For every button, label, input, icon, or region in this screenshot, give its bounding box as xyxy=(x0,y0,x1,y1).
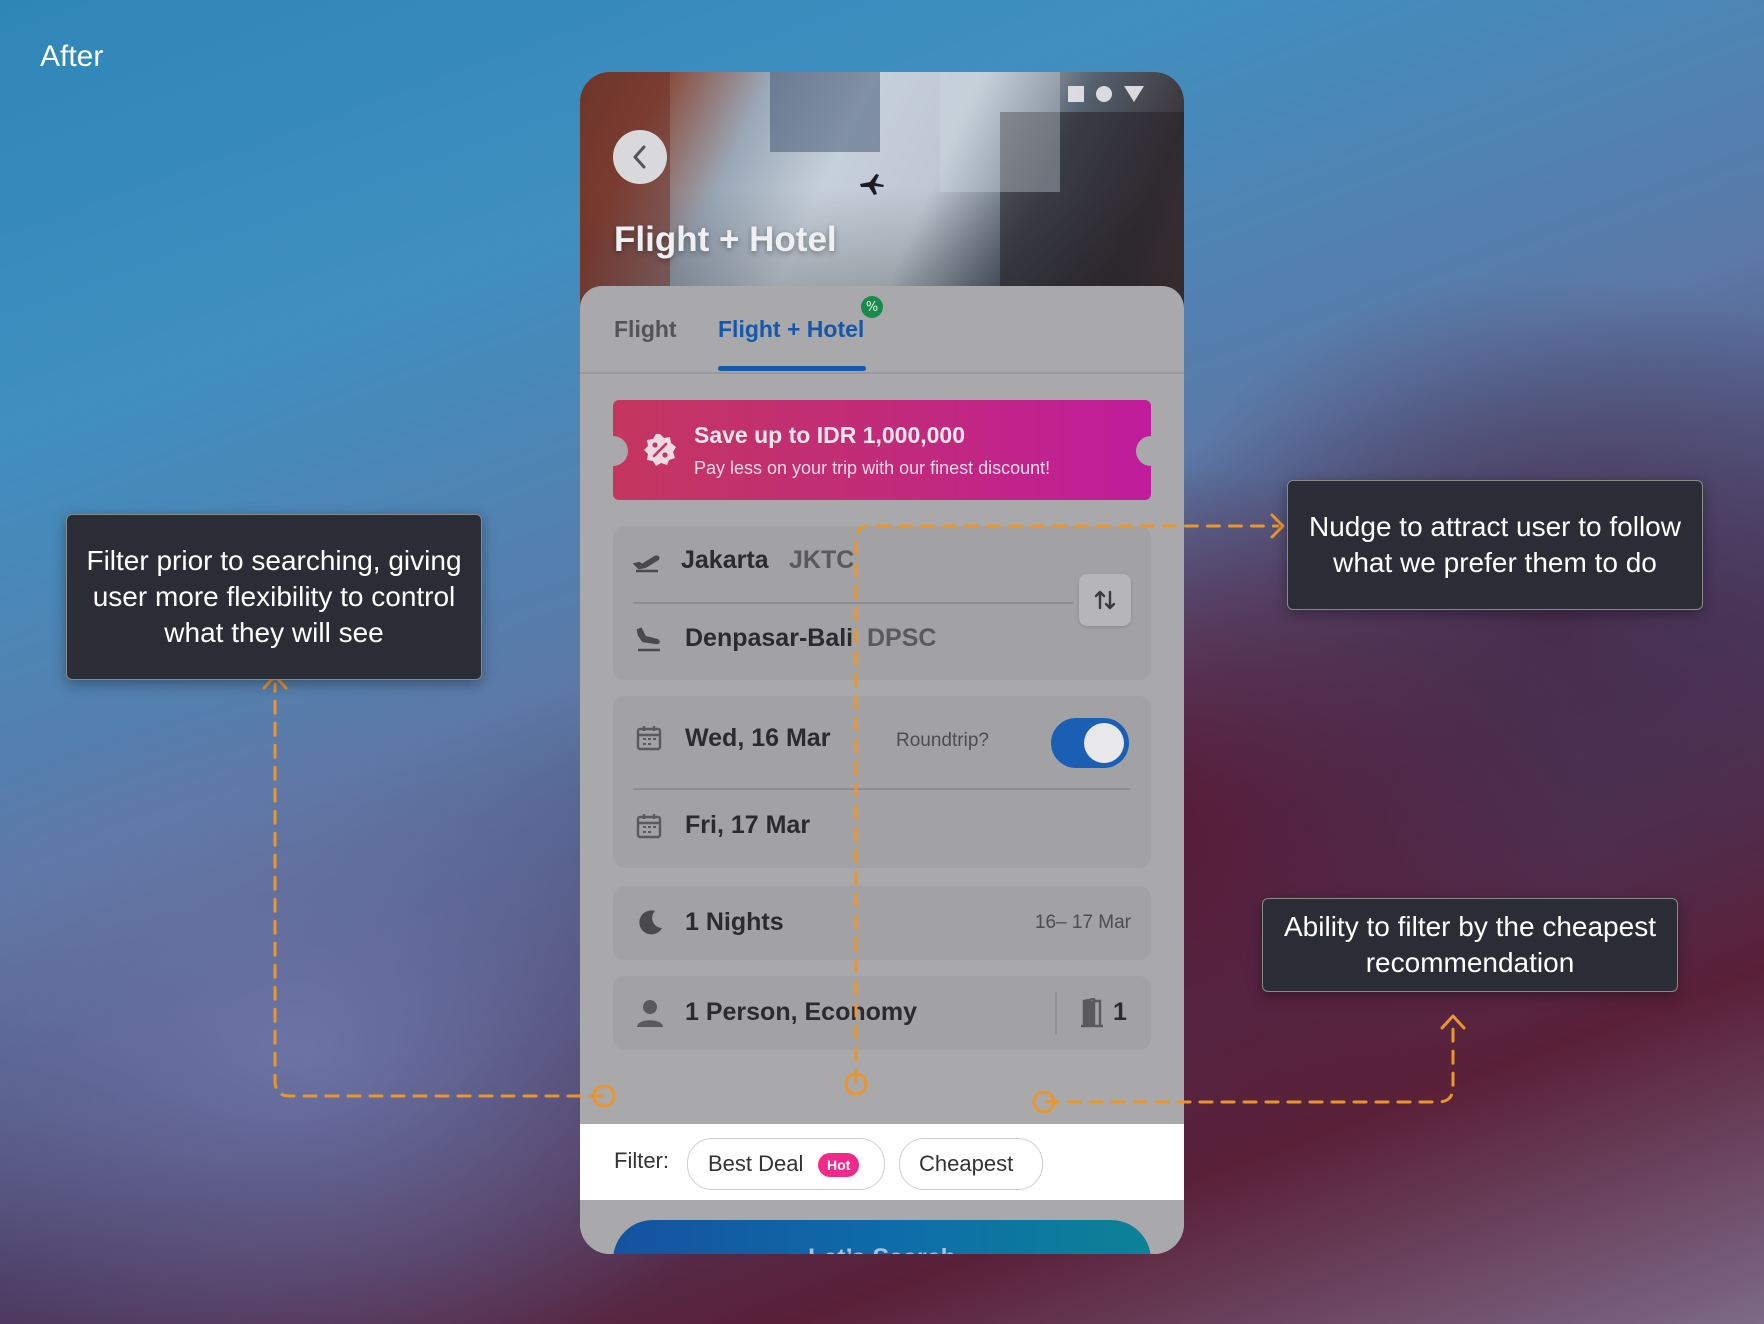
annotation-filter-prior: Filter prior to searching, giving user m… xyxy=(66,514,482,680)
annotation-nudge: Nudge to attract user to follow what we … xyxy=(1287,480,1703,610)
connector-right-top xyxy=(854,524,1280,1084)
connector-left xyxy=(273,682,604,1098)
connector-right-bottom xyxy=(1044,1022,1455,1104)
annotation-cheapest: Ability to filter by the cheapest recomm… xyxy=(1262,898,1678,992)
arrow-head xyxy=(1440,1014,1466,1030)
